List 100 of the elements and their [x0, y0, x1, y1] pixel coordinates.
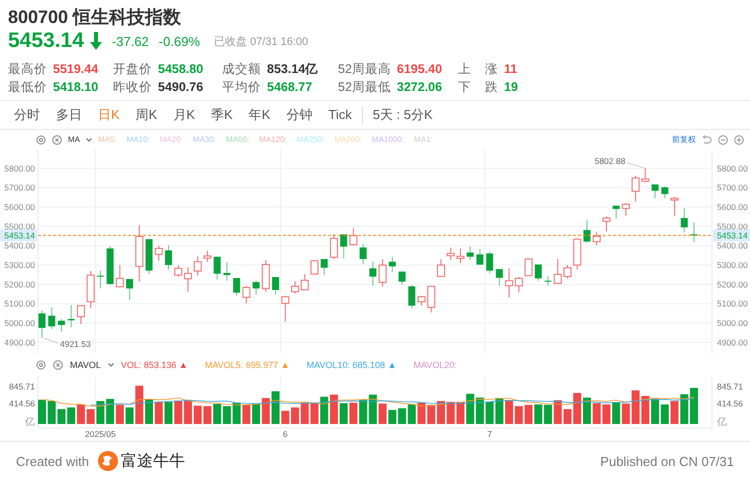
candlestick [436, 258, 445, 277]
volume-bar [612, 402, 620, 424]
axis-label: 845.71 [9, 382, 35, 392]
candlestick [661, 186, 668, 199]
stat-label: 昨收价 [113, 79, 152, 95]
stat-value: 5519.44 [53, 61, 98, 77]
candlestick [106, 246, 114, 286]
settings-icon[interactable] [36, 134, 46, 144]
candlestick [670, 196, 679, 216]
axis-label: 845.71 [717, 382, 743, 392]
candlestick [524, 258, 533, 276]
period-tab[interactable]: Tick [320, 105, 360, 125]
volume-bar [436, 401, 445, 424]
volume-bar [300, 402, 309, 424]
volume-bar [368, 394, 377, 424]
candlestick [360, 243, 367, 265]
volume-bar [554, 400, 562, 424]
volume-bar [514, 406, 523, 424]
volume-bar [232, 402, 241, 424]
period-tab[interactable]: 年K [240, 105, 278, 125]
period-tab[interactable]: 多日 [48, 105, 90, 125]
volume-bar [582, 398, 591, 424]
volume-bar [446, 402, 455, 424]
period-tab[interactable]: 分钟 [278, 105, 320, 125]
candlestick [369, 261, 376, 286]
volume-bar [67, 407, 76, 424]
stat-label: 52周最高 [338, 61, 391, 77]
volume-bar [534, 404, 542, 424]
period-tab[interactable]: 分时 [6, 105, 48, 125]
candlestick [126, 278, 134, 301]
unit-label: 亿 [25, 417, 35, 428]
axis-label: 5300.00 [4, 260, 35, 270]
stat-value: 11 [504, 61, 518, 77]
candlestick [544, 276, 552, 286]
volume-bar [213, 404, 222, 424]
volume-bar [164, 402, 172, 424]
close-icon[interactable] [52, 134, 62, 144]
ma-selector[interactable]: MA [68, 135, 80, 144]
period-tab[interactable]: 季K [203, 105, 241, 125]
stat-label: 上 涨 [458, 61, 498, 77]
stat-label: 平均价 [222, 79, 261, 95]
volume-legend-item: MAVOL10: 685.108 ▲ [306, 360, 396, 370]
candlestick [583, 219, 590, 243]
volume-bar [349, 402, 358, 424]
axis-label: 5600.00 [717, 202, 748, 212]
volume-bar [174, 400, 182, 424]
axis-label: 2025/05 [85, 429, 116, 439]
candlestick [486, 251, 494, 274]
volume-bar [602, 404, 610, 424]
candlestick [564, 264, 572, 279]
volume-legend-item: VOL: 853.136 ▲ [120, 360, 188, 370]
zoom-out-icon[interactable] [718, 134, 728, 144]
candlestick [68, 304, 75, 328]
candlestick [496, 268, 503, 286]
candlestick [446, 246, 455, 260]
ma-legend-item: MA120: [259, 135, 287, 144]
volume-bar [564, 409, 572, 424]
volume-bar [632, 390, 640, 424]
period-tab[interactable]: 周K [128, 105, 166, 125]
close-icon[interactable] [53, 360, 63, 370]
candlestick [534, 264, 542, 282]
ref-line-label: 5453.14 [4, 230, 36, 240]
axis-label: 7 [487, 429, 492, 439]
volume-bar [388, 410, 396, 424]
price-tag: 5453.14 [713, 229, 750, 242]
candlestick [554, 258, 562, 284]
candlestick [652, 184, 659, 199]
period-dropdown[interactable]: 5天 : 5分K [364, 105, 441, 125]
axis-label: 5100.00 [4, 298, 35, 309]
volume-bar [320, 396, 328, 424]
high-price-label: 5802.88 [594, 156, 626, 166]
chevron-down-icon[interactable] [108, 363, 114, 367]
candlestick [272, 276, 280, 296]
adjust-link[interactable]: 前复权 [672, 134, 696, 145]
price-change: -37.62 [112, 34, 149, 48]
stock-title: 800700 恒生科技指数 [8, 6, 182, 28]
candlestick [76, 304, 85, 325]
candlestick [291, 280, 300, 294]
logo-icon [96, 450, 119, 472]
candlestick [388, 256, 396, 273]
stat-value: 5468.77 [267, 79, 312, 95]
ma-legend-item: MA20: [160, 135, 183, 144]
candlestick [48, 306, 56, 330]
stat-label: 52周最低 [338, 79, 391, 95]
axis-label: 6 [282, 429, 288, 439]
zoom-in-icon[interactable] [734, 134, 744, 144]
candlestick [116, 264, 124, 288]
axis-label: 5800.00 [4, 163, 35, 174]
period-tab[interactable]: 月K [165, 105, 204, 125]
ma-legend-item: MA30: [192, 135, 216, 144]
volume-bar [456, 402, 464, 424]
chevron-down-icon[interactable] [86, 138, 92, 142]
volume-bar [291, 407, 300, 424]
volume-bar [194, 406, 202, 424]
volume-bar [573, 392, 582, 424]
settings-icon[interactable] [36, 360, 46, 370]
indicator-selector[interactable]: MAVOL [70, 360, 101, 370]
candlestick [456, 248, 464, 264]
axis-label: 5500.00 [4, 221, 35, 232]
undo-icon[interactable] [702, 134, 712, 144]
